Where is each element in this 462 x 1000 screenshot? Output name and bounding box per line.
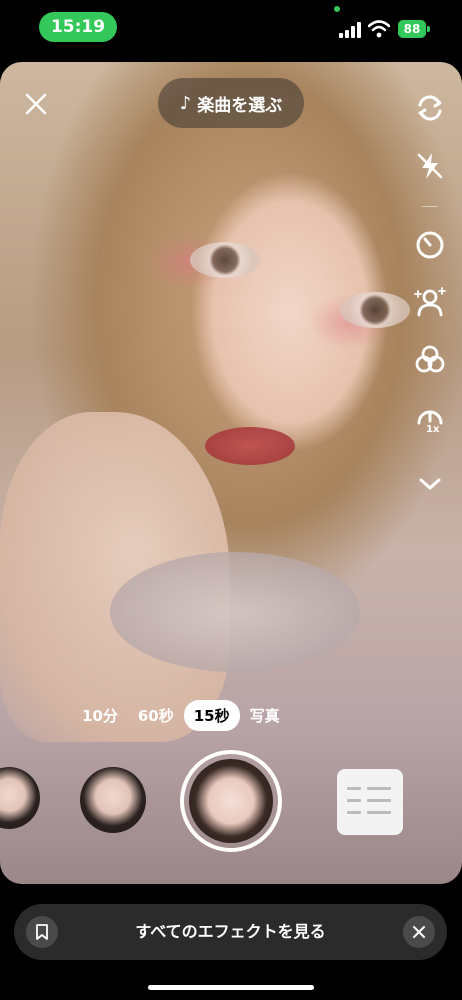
bookmark-button[interactable] <box>26 916 58 948</box>
bookmark-icon <box>36 924 48 940</box>
battery-tip <box>427 26 430 32</box>
select-music-label: 楽曲を選ぶ <box>197 95 283 116</box>
record-button[interactable] <box>180 750 282 852</box>
status-time: 15:19 <box>39 12 117 42</box>
flip-camera-button[interactable] <box>408 88 452 128</box>
close-effects-button[interactable] <box>403 916 435 948</box>
cellular-signal-icon <box>339 22 361 38</box>
speed-label: 1x <box>426 424 440 435</box>
duration-selector: 10分 60秒 15秒 写真 <box>72 699 290 731</box>
chevron-down-icon <box>419 478 441 490</box>
thumbnail-line <box>367 799 391 802</box>
effects-carousel <box>0 745 462 855</box>
flip-camera-icon <box>418 95 442 121</box>
status-bar: 15:19 88 <box>0 0 462 56</box>
flash-button[interactable] <box>408 146 452 186</box>
thumbnail-line <box>347 811 361 814</box>
effect-thumbnail[interactable] <box>80 767 146 833</box>
filters-icon <box>415 345 445 373</box>
thumbnail-line <box>367 811 391 814</box>
all-effects-bar[interactable]: すべてのエフェクトを見る <box>14 904 447 960</box>
flash-off-icon <box>417 153 443 179</box>
effect-thumbnail[interactable] <box>337 769 403 835</box>
close-icon <box>413 926 425 938</box>
thumbnail-line <box>347 799 361 802</box>
effect-thumbnail[interactable] <box>0 767 40 829</box>
preview-lips <box>205 427 295 465</box>
music-note-icon: ♪ <box>179 92 192 114</box>
home-indicator[interactable] <box>148 985 314 990</box>
battery-indicator: 88 <box>398 20 430 38</box>
filters-button[interactable] <box>408 340 452 380</box>
duration-15sec[interactable]: 15秒 <box>183 699 240 731</box>
duration-10min[interactable]: 10分 <box>72 700 128 731</box>
select-music-button[interactable]: ♪ 楽曲を選ぶ <box>158 78 304 128</box>
wifi-icon <box>368 20 390 38</box>
preview-eye-left <box>190 242 260 278</box>
duration-60sec[interactable]: 60秒 <box>128 700 184 731</box>
timer-button[interactable] <box>408 224 452 264</box>
privacy-indicator <box>334 6 340 12</box>
beauty-icon <box>414 287 446 317</box>
more-tools-button[interactable] <box>408 464 452 504</box>
thumbnail-line <box>347 787 361 790</box>
duration-photo[interactable]: 写真 <box>240 700 290 731</box>
close-icon[interactable] <box>22 90 50 118</box>
all-effects-label: すべてのエフェクトを見る <box>135 922 326 941</box>
preview-eye-right <box>340 292 410 328</box>
thumbnail-line <box>367 787 391 790</box>
timer-icon <box>416 231 444 259</box>
tools-divider <box>422 206 438 207</box>
battery-level: 88 <box>398 20 426 38</box>
preview-bow <box>110 552 360 672</box>
speed-button[interactable]: 1x <box>408 400 452 440</box>
beauty-button[interactable] <box>408 282 452 322</box>
